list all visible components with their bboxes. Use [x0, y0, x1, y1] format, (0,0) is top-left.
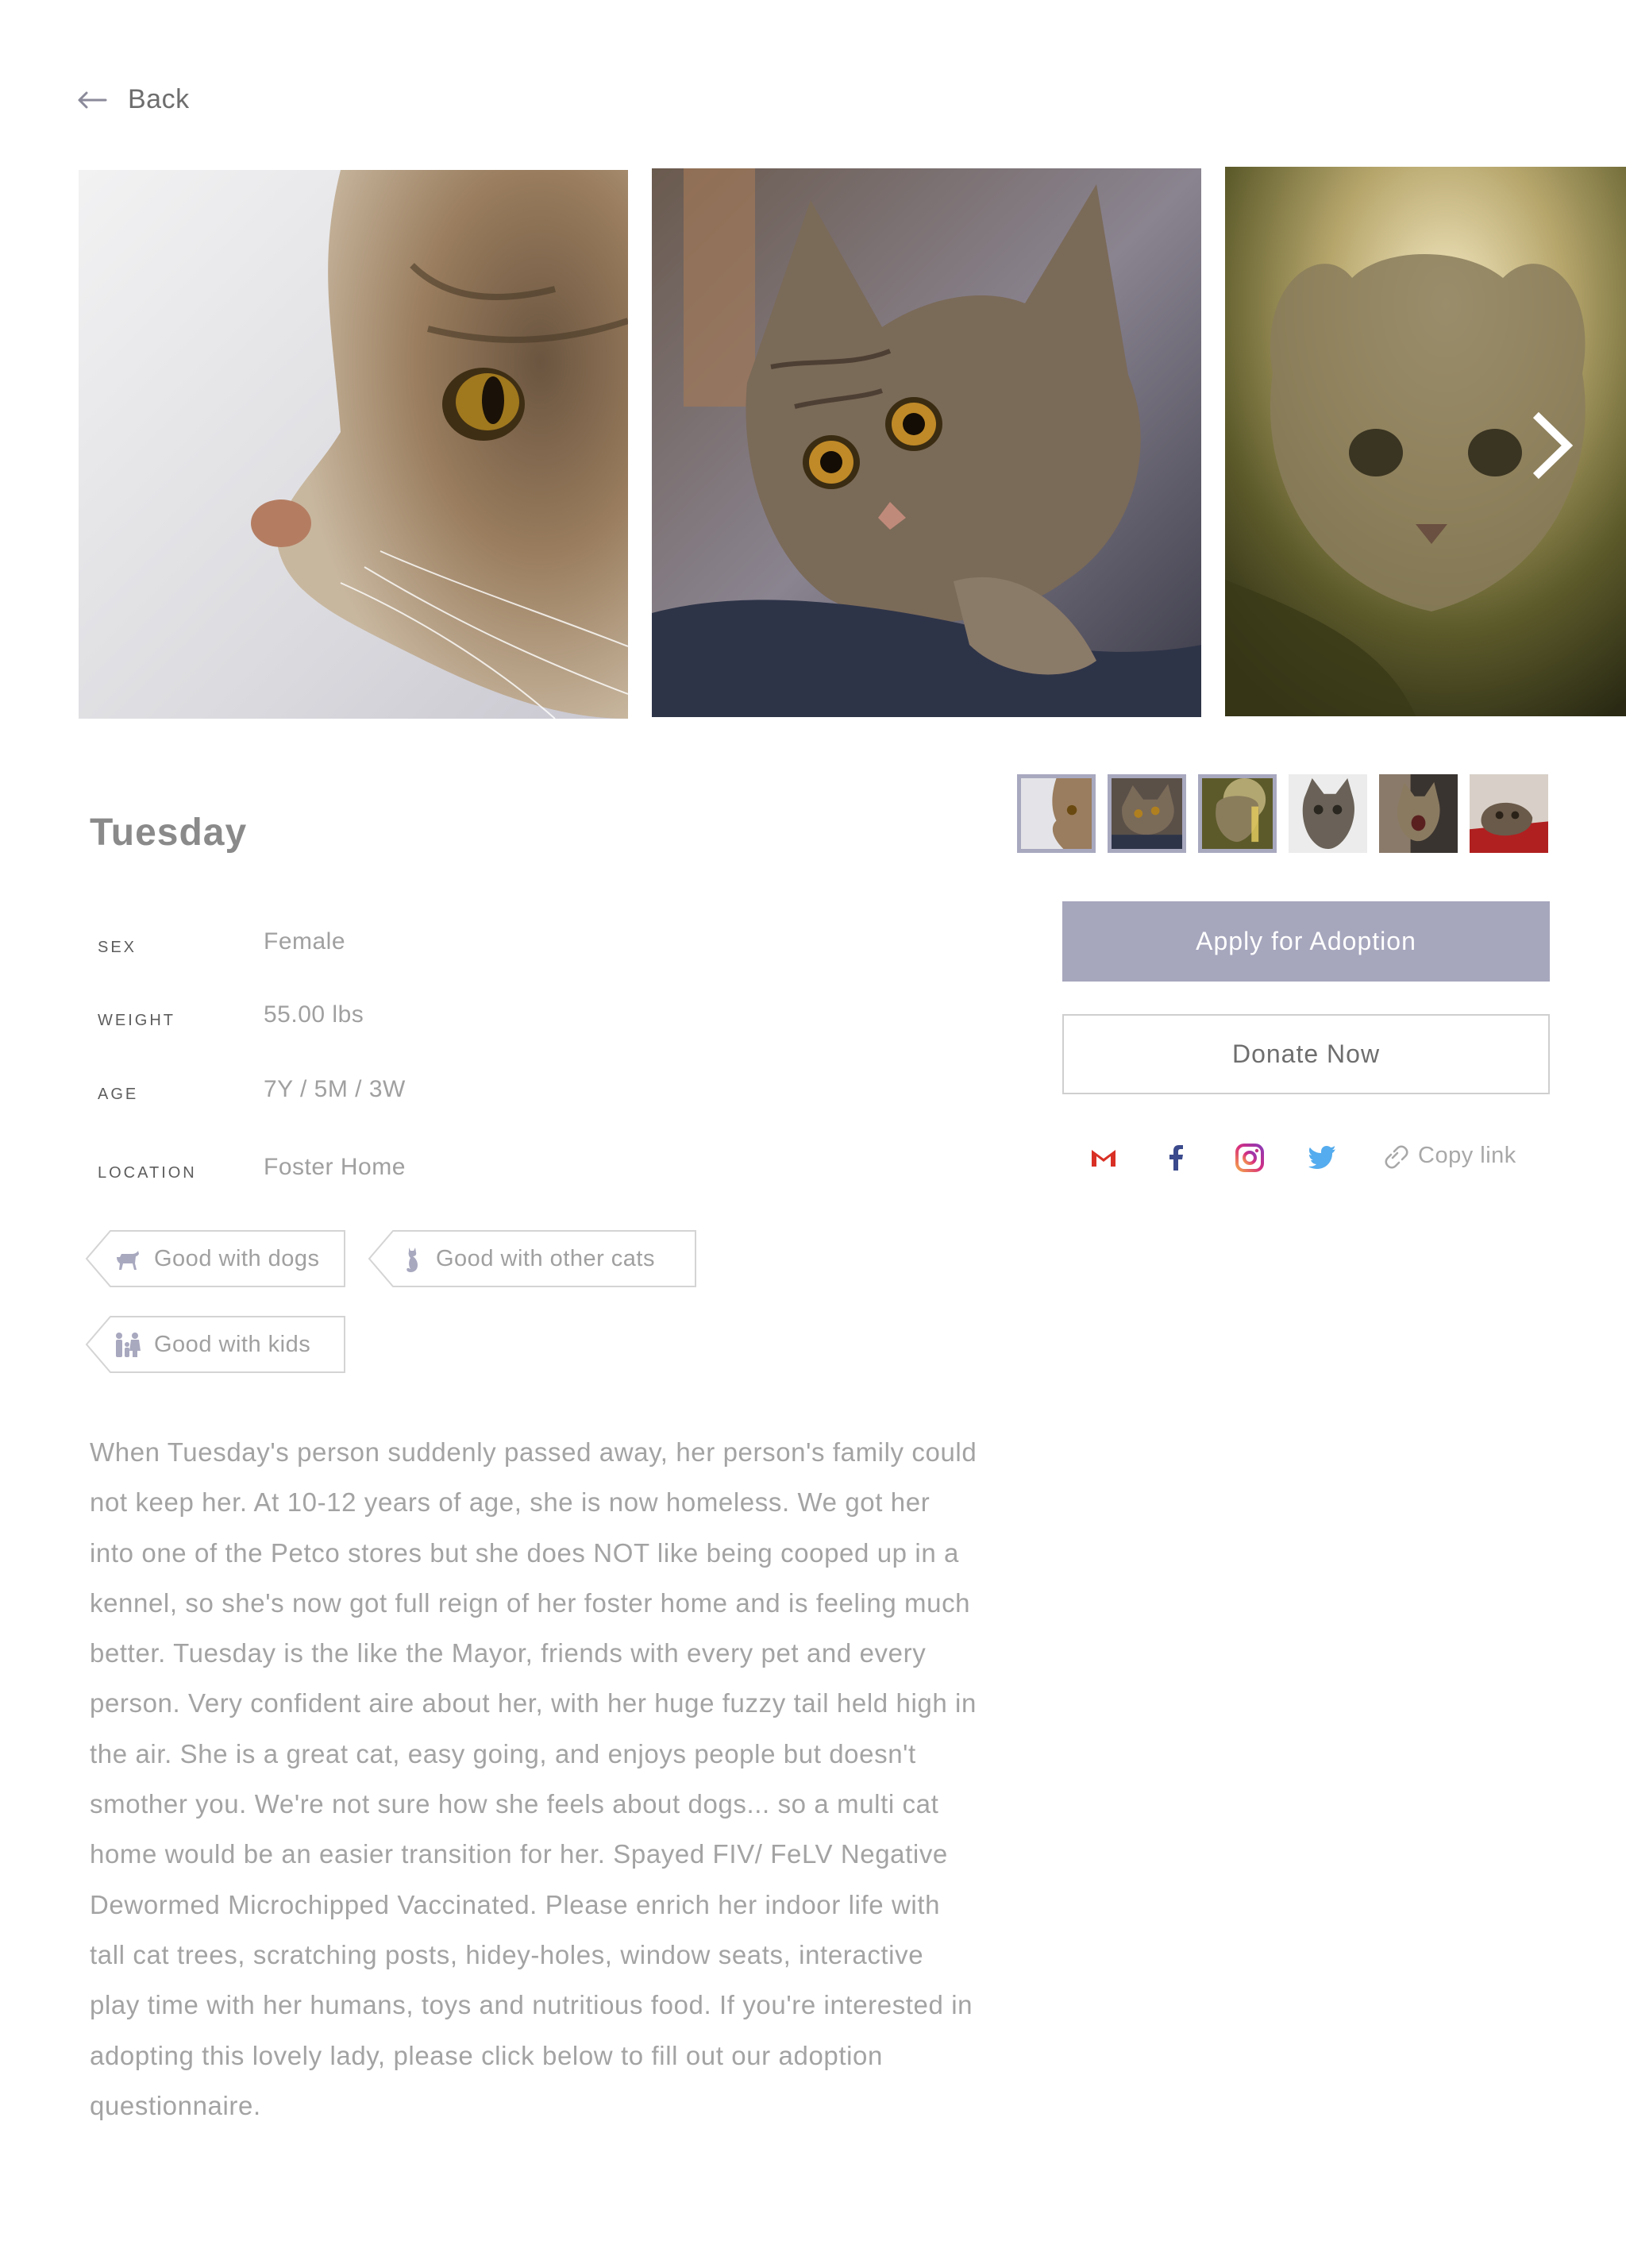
cat-profile-photo[interactable]: [79, 170, 628, 719]
weight-value: 55.00 lbs: [264, 1001, 364, 1028]
tag-good-with-dogs: Good with dogs: [83, 1230, 345, 1287]
copy-link-label: Copy link: [1418, 1142, 1516, 1168]
thumbnail-6[interactable]: [1470, 774, 1548, 853]
family-icon: [116, 1333, 141, 1357]
pet-description: When Tuesday's person suddenly passed aw…: [90, 1437, 977, 2120]
location-value: Foster Home: [264, 1154, 406, 1180]
apply-for-adoption-button[interactable]: Apply for Adoption: [1062, 901, 1550, 982]
thumbnail-4[interactable]: [1289, 774, 1367, 853]
back-link[interactable]: Back: [77, 84, 190, 115]
facebook-icon[interactable]: [1161, 1142, 1193, 1174]
gmail-icon[interactable]: [1088, 1142, 1119, 1174]
tabby-kitten-photo[interactable]: [652, 168, 1201, 717]
thumbnail-5[interactable]: [1379, 774, 1458, 853]
tag-label: Good with other cats: [436, 1246, 655, 1271]
weight-label: WEIGHT: [98, 1012, 175, 1029]
back-label: Back: [128, 84, 190, 114]
arrow-left-icon: [78, 91, 107, 108]
tag-label: Good with dogs: [154, 1246, 320, 1271]
thumbnail-strip: [1017, 774, 1548, 853]
copy-link-button[interactable]: Copy link: [1381, 1142, 1516, 1169]
instagram-icon[interactable]: [1234, 1142, 1266, 1174]
sex-label: SEX: [98, 939, 137, 956]
chevron-right-icon[interactable]: [1528, 411, 1577, 480]
dog-icon: [115, 1251, 139, 1270]
cat-icon: [406, 1248, 418, 1272]
tag-label: Good with kids: [154, 1332, 311, 1357]
age-value: 7Y / 5M / 3W: [264, 1076, 406, 1102]
sex-value: Female: [264, 928, 346, 955]
donate-now-button[interactable]: Donate Now: [1062, 1014, 1550, 1094]
thumbnail-1[interactable]: [1017, 774, 1096, 853]
age-label: AGE: [98, 1086, 139, 1103]
location-label: LOCATION: [98, 1164, 197, 1182]
tag-good-with-kids: Good with kids: [83, 1316, 345, 1373]
thumbnail-3[interactable]: [1198, 774, 1277, 853]
twitter-icon[interactable]: [1307, 1142, 1339, 1174]
tag-good-with-other-cats: Good with other cats: [366, 1230, 696, 1287]
pet-name: Tuesday: [90, 812, 248, 854]
link-icon: [1385, 1145, 1408, 1169]
thumbnail-2[interactable]: [1108, 774, 1186, 853]
